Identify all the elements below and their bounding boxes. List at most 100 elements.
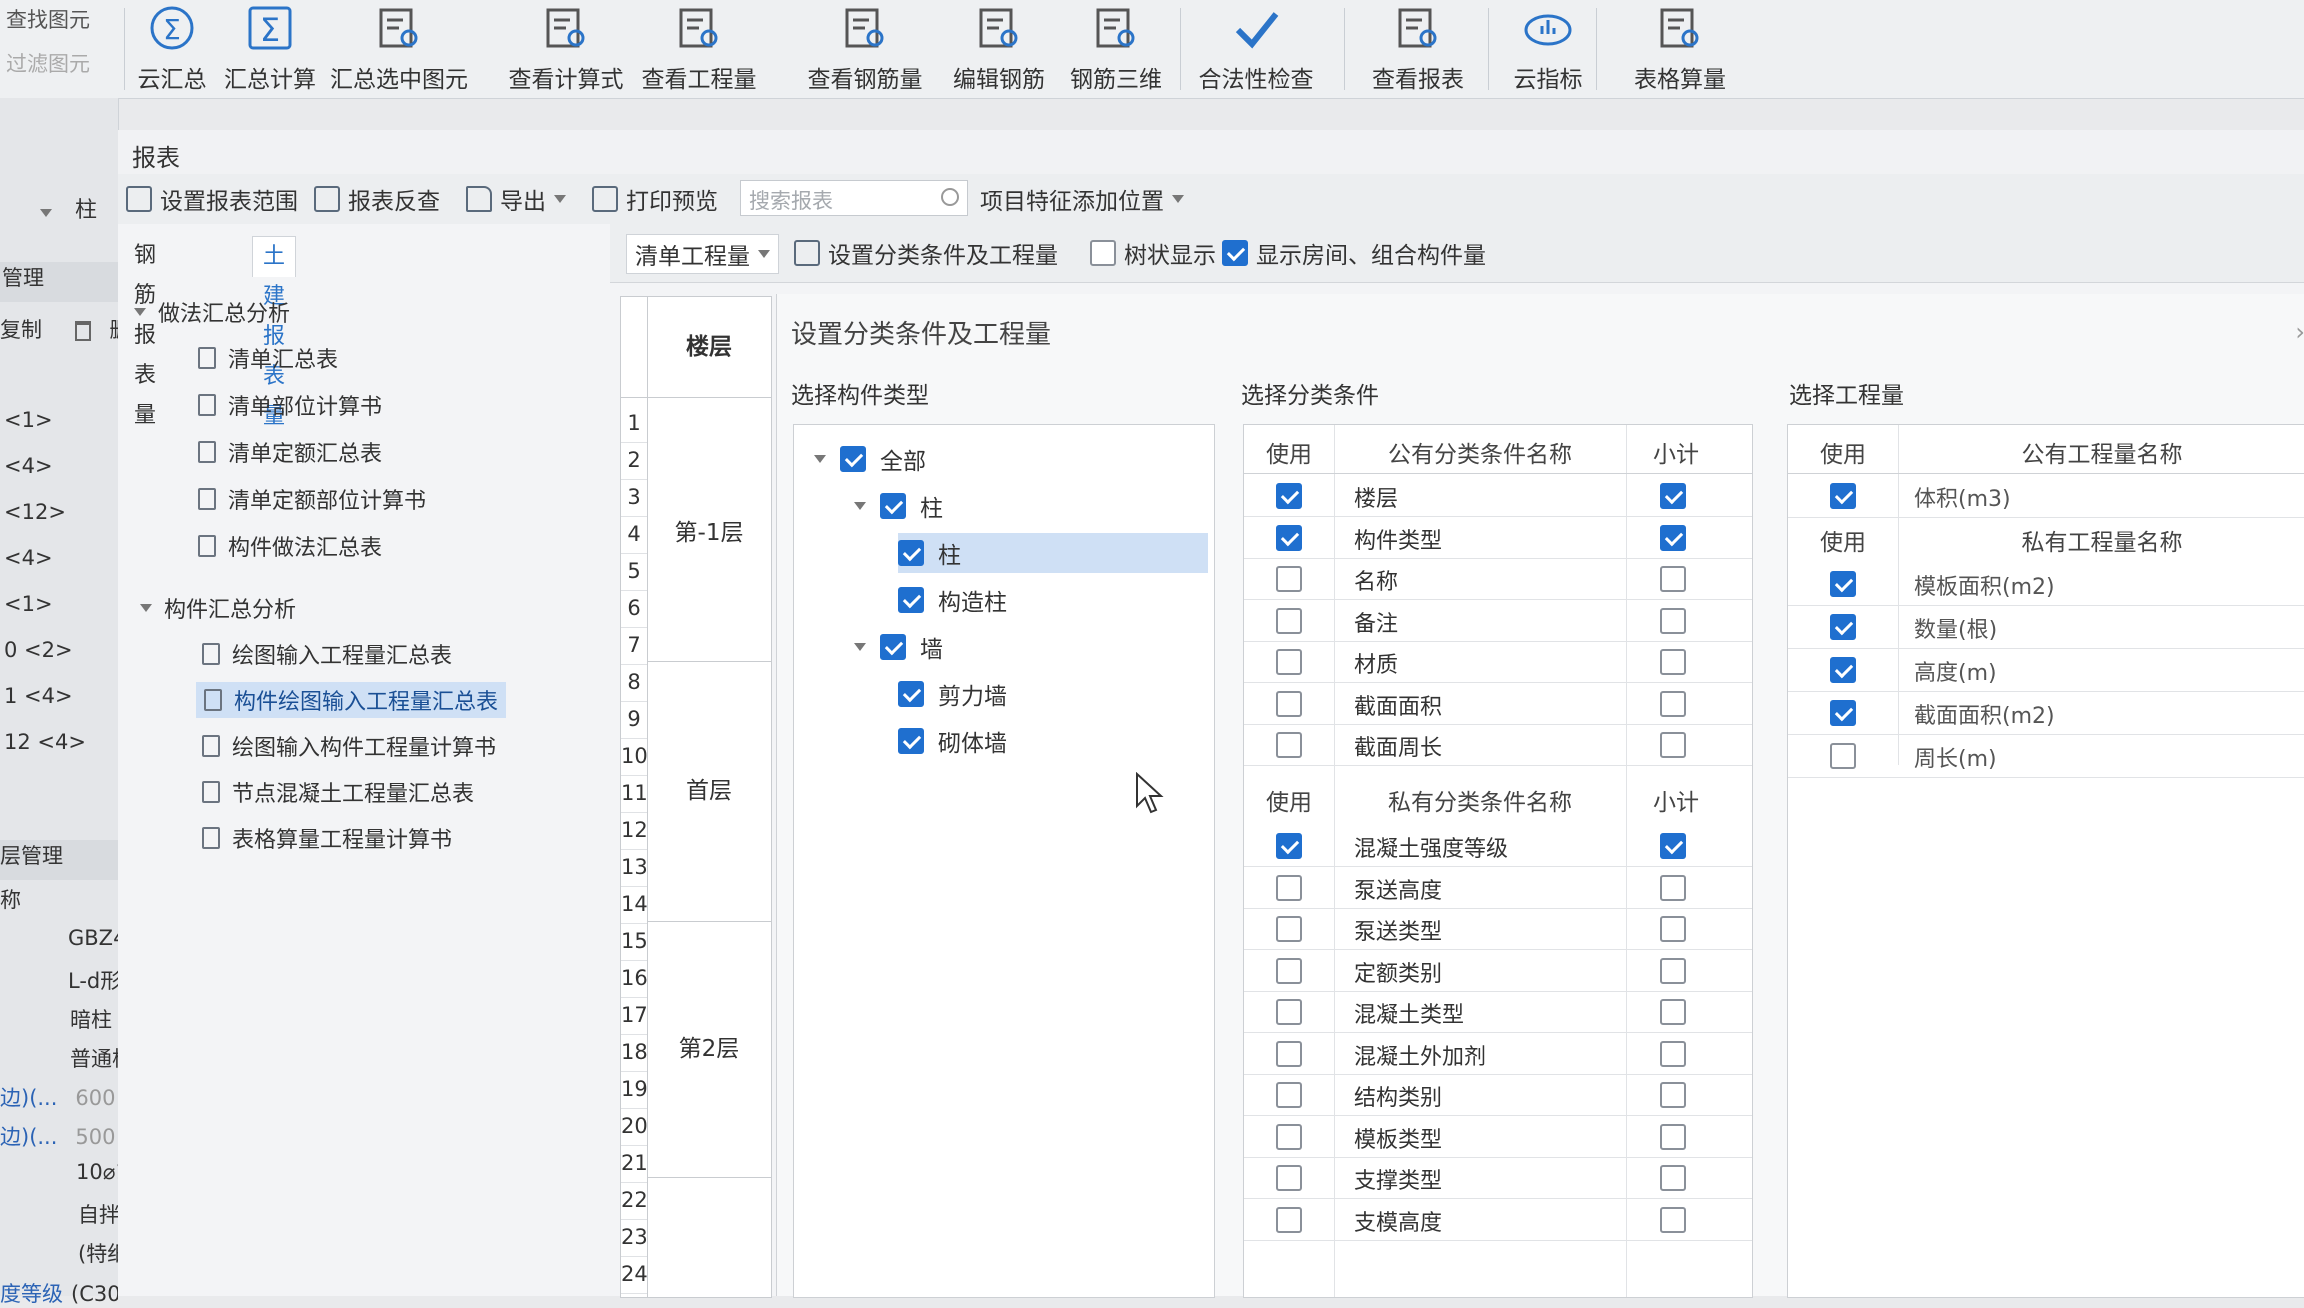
- print-preview-button[interactable]: 打印预览: [592, 182, 718, 216]
- checkbox[interactable]: [840, 446, 866, 472]
- tab-rebar-report[interactable]: 钢筋报表量: [124, 236, 166, 428]
- floor-cell[interactable]: 第-1层: [647, 405, 771, 662]
- find-element-button[interactable]: 查找图元: [6, 4, 90, 34]
- component-count[interactable]: <4>: [4, 546, 122, 570]
- subtotal-checkbox[interactable]: [1660, 649, 1686, 675]
- report-check-button[interactable]: 报表反查: [314, 182, 440, 216]
- subtotal-checkbox[interactable]: [1660, 1040, 1686, 1067]
- subtotal-checkbox[interactable]: [1660, 732, 1686, 758]
- ribbon-tool-button[interactable]: 查看工程量: [636, 0, 762, 98]
- chevron-down-icon[interactable]: [140, 604, 152, 612]
- subtotal-checkbox[interactable]: [1660, 1165, 1686, 1191]
- use-checkbox[interactable]: [1830, 571, 1856, 597]
- checkbox[interactable]: [898, 728, 924, 754]
- use-checkbox[interactable]: [1276, 690, 1302, 717]
- tree-item-report[interactable]: 清单汇总表: [198, 340, 338, 376]
- report-search-input[interactable]: 搜索报表: [740, 180, 968, 216]
- use-checkbox[interactable]: [1276, 1040, 1302, 1067]
- copy-button[interactable]: 复制: [0, 318, 42, 342]
- use-checkbox[interactable]: [1830, 700, 1856, 726]
- tree-item-report[interactable]: 清单部位计算书: [198, 387, 382, 423]
- floor-cell[interactable]: 首层: [647, 661, 771, 922]
- component-count[interactable]: 1 <4>: [4, 684, 122, 708]
- checkbox[interactable]: [1090, 240, 1116, 266]
- use-checkbox[interactable]: [1276, 916, 1302, 942]
- ribbon-tool-button[interactable]: 汇总选中图元: [324, 0, 474, 98]
- subtotal-checkbox[interactable]: [1660, 1123, 1686, 1150]
- export-button[interactable]: 导出: [466, 182, 566, 216]
- component-type-item[interactable]: 全部: [814, 439, 926, 479]
- subtotal-checkbox[interactable]: [1660, 833, 1686, 859]
- component-type-item[interactable]: 墙: [854, 627, 943, 667]
- checkbox[interactable]: [898, 681, 924, 707]
- ribbon-tool-button[interactable]: 合法性检查: [1196, 0, 1316, 98]
- component-count[interactable]: <1>: [4, 408, 122, 432]
- chevron-down-icon[interactable]: [854, 502, 866, 510]
- subtotal-checkbox[interactable]: [1660, 1206, 1686, 1233]
- component-count[interactable]: <4>: [4, 454, 122, 478]
- subtotal-checkbox[interactable]: [1660, 999, 1686, 1025]
- chevron-down-icon[interactable]: [40, 209, 52, 217]
- component-type-item[interactable]: 构造柱: [898, 580, 1007, 620]
- tree-item-report[interactable]: 清单定额部位计算书: [198, 481, 426, 517]
- ribbon-tool-button[interactable]: 钢筋三维: [1066, 0, 1166, 98]
- floor-cell[interactable]: 第2层: [647, 921, 771, 1178]
- subtotal-checkbox[interactable]: [1660, 874, 1686, 901]
- use-checkbox[interactable]: [1276, 649, 1302, 675]
- tree-item-report[interactable]: 构件绘图输入工程量汇总表: [196, 682, 507, 718]
- use-checkbox[interactable]: [1276, 999, 1302, 1025]
- tree-item-report[interactable]: 节点混凝土工程量汇总表: [202, 774, 474, 810]
- use-checkbox[interactable]: [1276, 833, 1302, 859]
- use-checkbox[interactable]: [1830, 614, 1856, 640]
- feature-position-dropdown[interactable]: 项目特征添加位置: [980, 182, 1184, 216]
- chevron-down-icon[interactable]: [134, 308, 146, 316]
- use-checkbox[interactable]: [1276, 1123, 1302, 1150]
- use-checkbox[interactable]: [1830, 483, 1856, 509]
- tree-item-report[interactable]: 表格算量工程量计算书: [202, 820, 452, 856]
- use-checkbox[interactable]: [1276, 566, 1302, 592]
- prop-value[interactable]: (C30): [71, 1282, 118, 1306]
- tree-group-component-summary[interactable]: 构件汇总分析: [140, 590, 296, 626]
- ribbon-tool-button[interactable]: 查看钢筋量: [800, 0, 930, 98]
- use-checkbox[interactable]: [1276, 732, 1302, 758]
- chevron-down-icon[interactable]: [814, 455, 826, 463]
- prop-value[interactable]: 600: [75, 1086, 115, 1110]
- tree-item-report[interactable]: 构件做法汇总表: [198, 528, 382, 564]
- subtotal-checkbox[interactable]: [1660, 607, 1686, 634]
- subtotal-checkbox[interactable]: [1660, 1082, 1686, 1108]
- checkbox[interactable]: [880, 493, 906, 519]
- subtotal-checkbox[interactable]: [1660, 524, 1686, 551]
- tree-item-report[interactable]: 清单定额汇总表: [198, 434, 382, 470]
- filter-element-button[interactable]: 过滤图元: [6, 48, 90, 78]
- set-report-range-button[interactable]: 设置报表范围: [126, 182, 298, 216]
- ribbon-tool-button[interactable]: 云指标: [1508, 0, 1588, 98]
- delete-button[interactable]: 删: [109, 318, 118, 342]
- checkbox[interactable]: [1222, 240, 1248, 266]
- tree-item-report[interactable]: 绘图输入构件工程量计算书: [202, 728, 496, 764]
- ribbon-tool-button[interactable]: 查看报表: [1362, 0, 1474, 98]
- subtotal-checkbox[interactable]: [1660, 957, 1686, 984]
- component-type-item[interactable]: 柱: [854, 486, 943, 526]
- component-count[interactable]: 12 <4>: [4, 730, 122, 754]
- ribbon-tool-button[interactable]: 编辑钢筋: [944, 0, 1054, 98]
- ribbon-tool-button[interactable]: 表格算量: [1618, 0, 1742, 98]
- use-checkbox[interactable]: [1276, 1082, 1302, 1108]
- component-type-item[interactable]: 柱: [898, 533, 1208, 573]
- chevron-down-icon[interactable]: [854, 643, 866, 651]
- checkbox[interactable]: [898, 587, 924, 613]
- chevron-down-icon[interactable]: [554, 195, 566, 203]
- trash-icon[interactable]: [74, 321, 91, 341]
- use-checkbox[interactable]: [1276, 607, 1302, 634]
- checkbox[interactable]: [880, 634, 906, 660]
- show-rooms-checkbox[interactable]: 显示房间、组合构件量: [1222, 236, 1486, 270]
- tab-civil-report[interactable]: 土建报表量: [252, 236, 297, 429]
- component-type-item[interactable]: 剪力墙: [898, 674, 1007, 714]
- component-count[interactable]: <12>: [4, 500, 122, 524]
- column-tab[interactable]: 柱: [75, 198, 97, 223]
- close-icon[interactable]: ›: [2295, 318, 2304, 346]
- component-count[interactable]: <1>: [4, 592, 122, 616]
- use-checkbox[interactable]: [1276, 483, 1302, 509]
- ribbon-tool-button[interactable]: Σ 汇总计算: [218, 0, 322, 98]
- checkbox[interactable]: [898, 540, 924, 566]
- subtotal-checkbox[interactable]: [1660, 566, 1686, 592]
